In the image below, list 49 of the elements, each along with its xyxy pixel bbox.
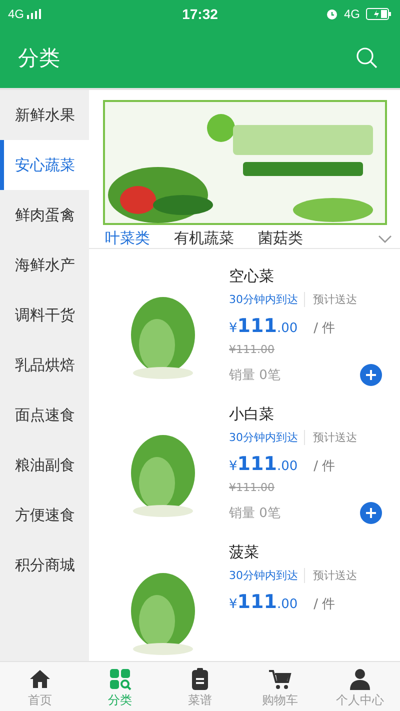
network-label: 4G [344,7,360,21]
sales-count: 销量 0笔 [229,505,280,522]
person-icon [348,667,372,691]
price-unit: / 件 [314,320,336,337]
add-to-cart-button[interactable] [360,502,382,524]
sales-count: 销量 0笔 [229,367,280,384]
category-item[interactable]: 海鲜水产 [0,240,89,290]
delivery-tag: 30分钟内到达 [229,568,305,583]
home-icon [28,667,52,691]
chevron-down-icon[interactable] [378,234,392,242]
delivery-tag: 30分钟内到达 [229,292,305,307]
filter-tab[interactable]: 有机蔬菜 [174,229,234,248]
delivery-tag: 30分钟内到达 [229,430,305,445]
add-to-cart-button[interactable] [360,364,382,386]
category-item[interactable]: 粮油副食 [0,440,89,490]
category-item[interactable]: 新鲜水果 [0,90,89,140]
product-price: ¥111.00 [229,453,298,475]
alarm-icon [326,8,338,20]
delivery-note: 预计送达 [313,568,357,583]
category-item[interactable]: 鲜肉蛋禽 [0,190,89,240]
network-label: 4G [8,7,24,21]
category-item[interactable]: 方便速食 [0,490,89,540]
battery-icon [366,8,392,20]
original-price: ¥111.00 [229,481,276,494]
category-item[interactable]: 乳品烘焙 [0,340,89,390]
product-name: 小白菜 [229,405,275,424]
product-name: 菠菜 [229,543,260,562]
filter-tab[interactable]: 菌菇类 [258,229,303,248]
category-item[interactable]: 调料干货 [0,290,89,340]
plus-icon [365,507,377,519]
product-name: 空心菜 [229,267,275,286]
page-title: 分类 [18,45,60,72]
cart-icon [268,667,292,691]
category-item[interactable]: 积分商城 [0,540,89,590]
grid-search-icon [108,667,132,691]
original-price: ¥111.00 [229,343,276,356]
plus-icon [365,369,377,381]
price-unit: / 件 [314,458,336,475]
category-item[interactable]: 面点速食 [0,390,89,440]
category-item[interactable]: 安心蔬菜 [0,140,89,190]
product-price: ¥111.00 [229,591,298,613]
search-icon [356,47,378,69]
delivery-note: 预计送达 [313,430,357,445]
price-unit: / 件 [314,596,336,613]
signal-icon [27,9,42,19]
delivery-note: 预计送达 [313,292,357,307]
clock-time: 17:32 [182,6,218,22]
product-price: ¥111.00 [229,315,298,337]
filter-tab[interactable]: 叶菜类 [105,229,150,248]
